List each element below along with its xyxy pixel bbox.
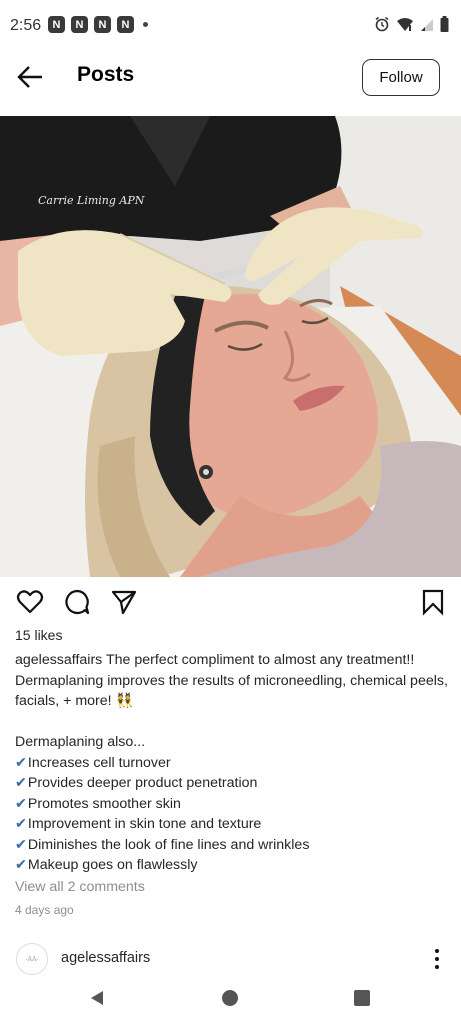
checkmark-icon: ✔ (15, 775, 27, 791)
post-photo-illustration: Carrie Liming APN (0, 116, 461, 577)
view-comments-link[interactable]: View all 2 comments (15, 879, 145, 895)
signal-icon (421, 19, 433, 31)
system-icons (374, 16, 449, 32)
more-notifications-dot-icon (143, 22, 148, 27)
checkmark-icon: ✔ (15, 836, 27, 853)
page-title: Posts (77, 63, 135, 86)
top-header: Posts Follow (0, 52, 461, 112)
share-icon[interactable] (110, 588, 138, 616)
status-bar: 2:56 N N N N (0, 0, 461, 52)
notification-icons: N N N N (48, 16, 148, 33)
benefit-item: ✔Makeup goes on flawlessly (15, 855, 455, 876)
checkmark-icon: ✔ (15, 795, 27, 812)
notification-icon: N (71, 16, 88, 33)
wifi-icon (397, 18, 413, 31)
benefit-item: ✔Promotes smoother skin (15, 794, 455, 815)
system-nav-bar (0, 980, 461, 1024)
follow-button[interactable]: Follow (362, 59, 440, 96)
post-photo[interactable]: Carrie Liming APN (0, 116, 461, 577)
notification-icon: N (94, 16, 111, 33)
avatar-logo-text: -AA- (25, 955, 39, 963)
benefit-text: Improvement in skin tone and texture (27, 816, 262, 832)
notification-icon: N (117, 16, 134, 33)
benefit-item: ✔Provides deeper product penetration (15, 773, 455, 794)
benefit-item: ✔Improvement in skin tone and texture (15, 814, 455, 835)
post-caption: agelessaffairs The perfect compliment to… (15, 650, 455, 876)
more-options-icon[interactable] (431, 948, 443, 970)
post-actions (0, 588, 461, 618)
notification-icon: N (48, 16, 65, 33)
battery-icon (440, 16, 449, 32)
nav-recents-icon[interactable] (354, 990, 370, 1006)
alarm-icon (375, 16, 389, 32)
back-arrow-icon[interactable] (16, 64, 44, 90)
benefit-text: Makeup goes on flawlessly (27, 857, 198, 873)
next-post-username[interactable]: agelessaffairs (61, 950, 150, 966)
caption-first-paragraph: agelessaffairs The perfect compliment to… (15, 650, 455, 712)
benefit-text: Increases cell turnover (27, 754, 171, 771)
scrubs-embroidery: Carrie Liming APN (38, 194, 145, 207)
benefit-text: Provides deeper product penetration (27, 775, 258, 791)
nav-home-icon[interactable] (222, 990, 238, 1006)
checkmark-icon: ✔ (15, 816, 27, 832)
checkmark-icon: ✔ (15, 857, 27, 873)
benefit-text: Promotes smoother skin (27, 795, 181, 812)
avatar[interactable]: -AA- (16, 943, 48, 975)
bookmark-icon[interactable] (419, 588, 447, 616)
caption-heading: Dermaplaning also... (15, 734, 146, 750)
benefit-item: ✔Diminishes the look of fine lines and w… (15, 835, 455, 856)
heart-icon[interactable] (16, 588, 44, 616)
checkmark-icon: ✔ (15, 754, 27, 771)
benefit-text: Diminishes the look of fine lines and wr… (27, 836, 310, 853)
post-timestamp: 4 days ago (15, 903, 74, 917)
nav-back-icon[interactable] (89, 990, 105, 1006)
status-time: 2:56 (10, 17, 42, 34)
caption-username[interactable]: agelessaffairs (15, 652, 102, 668)
benefit-item: ✔Increases cell turnover (15, 753, 455, 774)
comment-icon[interactable] (63, 588, 91, 616)
likes-count[interactable]: 15 likes (15, 627, 62, 643)
